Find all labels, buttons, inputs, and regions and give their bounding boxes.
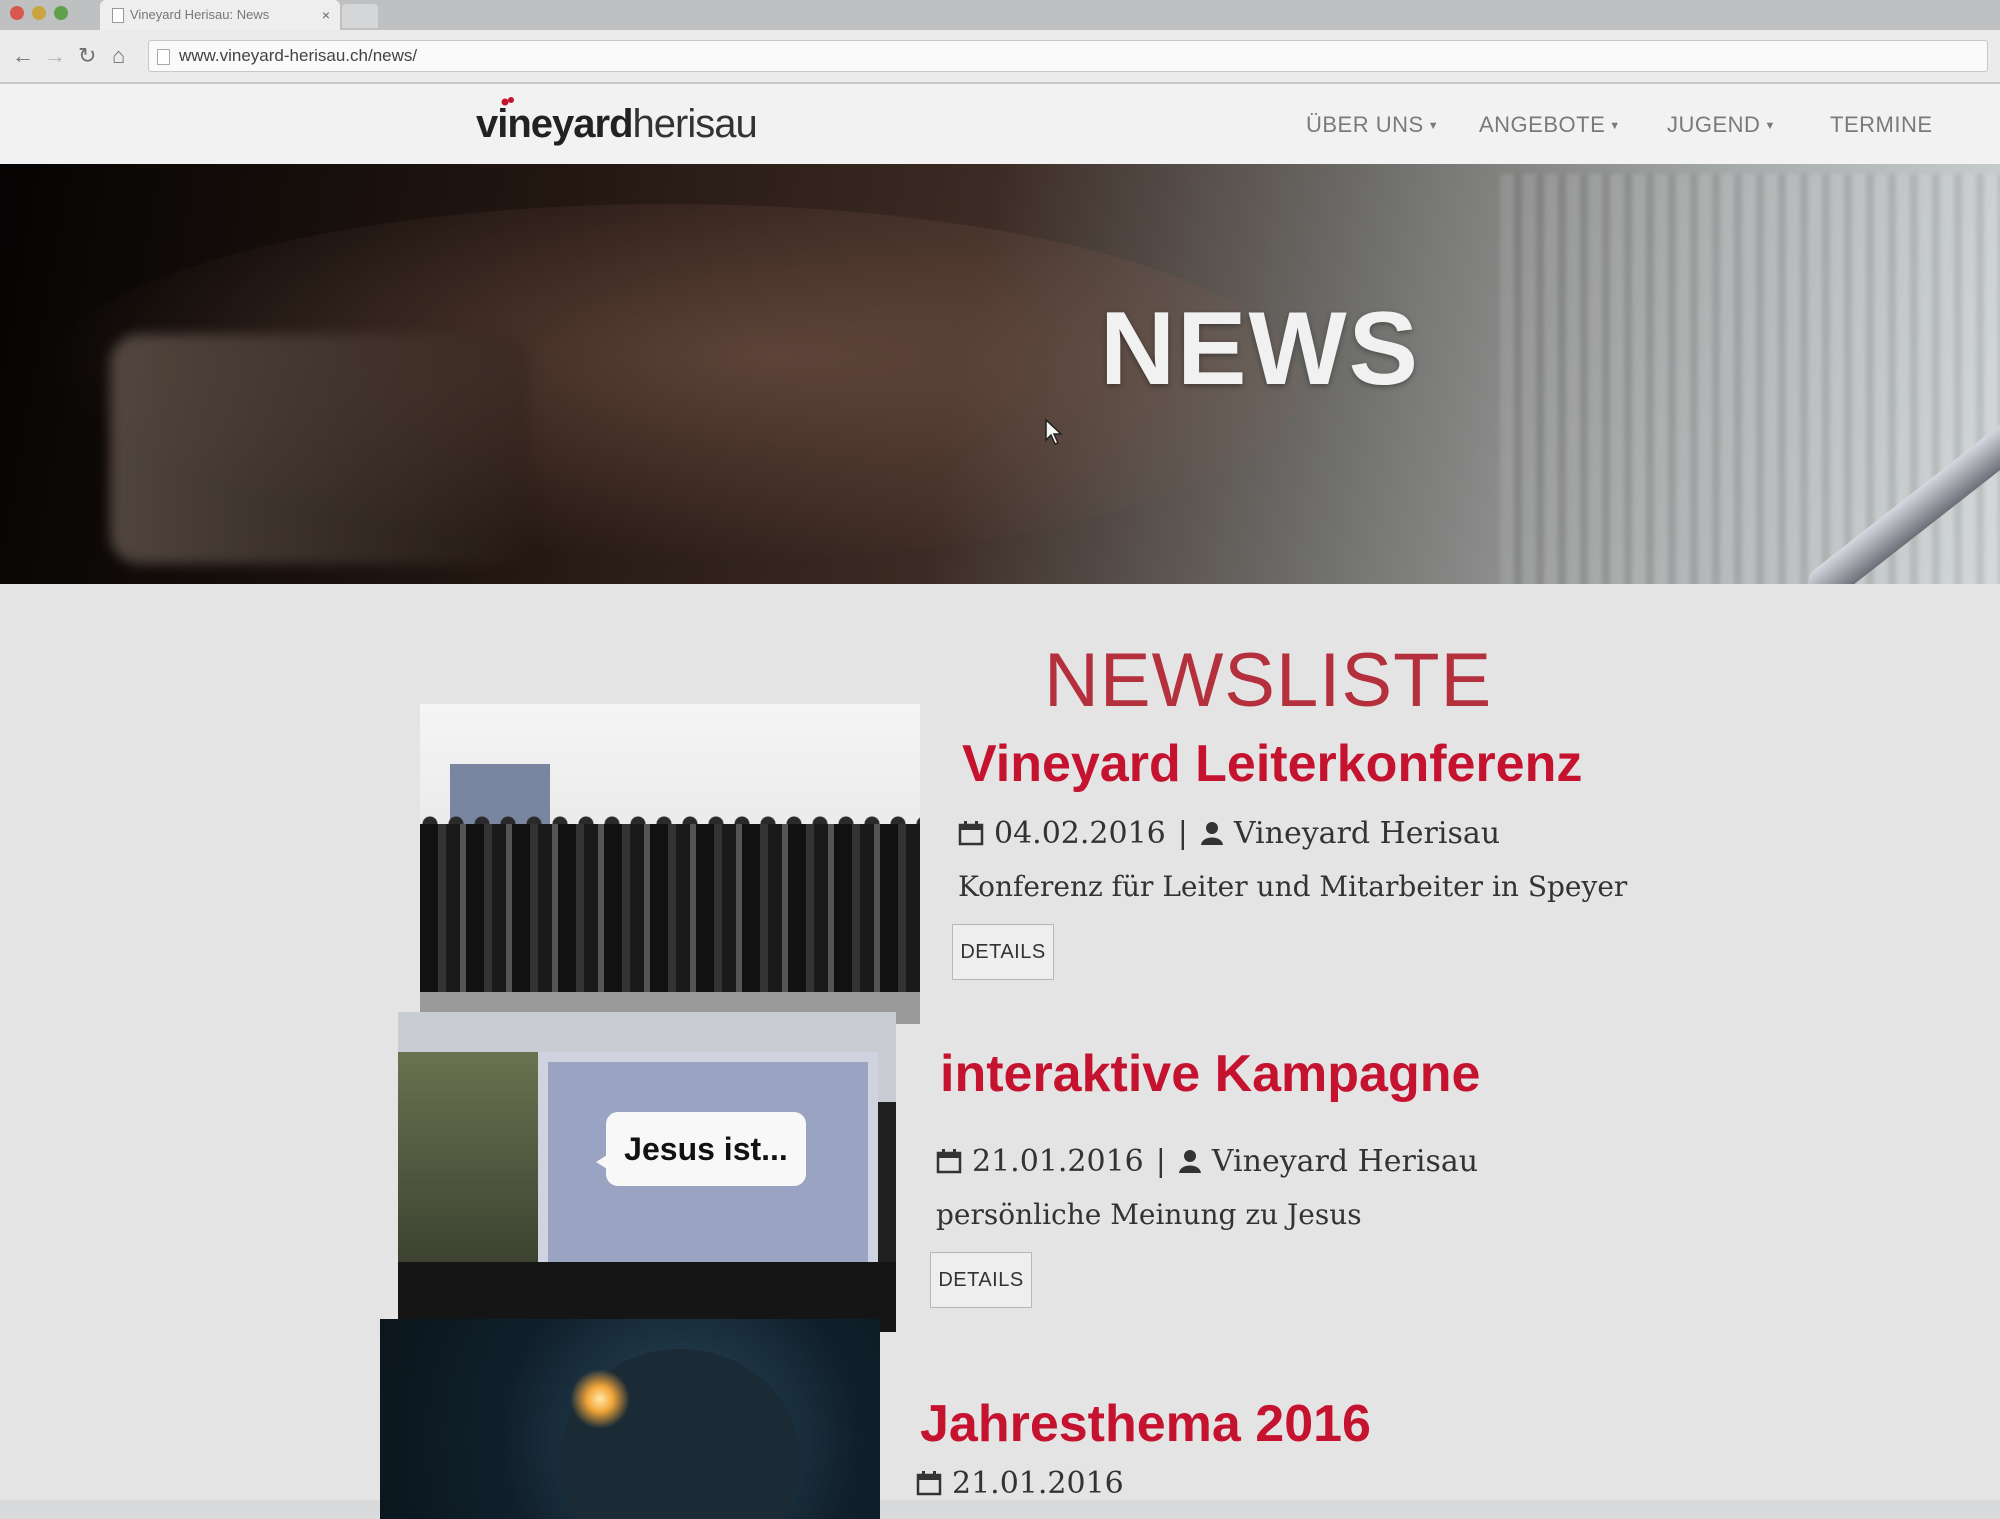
image-detail	[570, 1369, 630, 1429]
nav-item-termine[interactable]: TERMINE	[1830, 112, 1933, 138]
section-title: NEWSLISTE	[1044, 638, 1493, 723]
window-zoom-dot[interactable]	[54, 6, 68, 20]
details-button[interactable]: DETAILS	[952, 924, 1054, 980]
news-title-link[interactable]: interaktive Kampagne	[940, 1044, 1480, 1104]
hero-title: NEWS	[1100, 291, 1420, 407]
news-date: 21.01.2016	[952, 1466, 1124, 1501]
caret-down-icon: ▼	[1764, 120, 1776, 133]
window-close-dot[interactable]	[10, 6, 24, 20]
news-date: 04.02.2016	[994, 816, 1166, 851]
image-detail: Jesus ist...	[538, 1052, 878, 1282]
news-author: Vineyard Herisau	[1233, 816, 1501, 851]
calendar-icon	[936, 1149, 962, 1174]
details-button[interactable]: DETAILS	[930, 1252, 1032, 1308]
address-bar[interactable]: www.vineyard-herisau.ch/news/	[148, 40, 1988, 72]
user-icon	[1178, 1150, 1201, 1173]
caret-down-icon: ▼	[1609, 120, 1621, 133]
nav-label: ANGEBOTE	[1479, 112, 1606, 137]
caret-down-icon: ▼	[1427, 120, 1440, 133]
page-icon	[157, 49, 170, 65]
image-detail	[398, 1052, 538, 1272]
news-description: Konferenz für Leiter und Mitarbeiter in …	[958, 870, 1628, 903]
tab-title: Vineyard Herisau: News	[130, 7, 270, 22]
news-thumbnail-campaign[interactable]: Jesus ist...	[398, 1012, 896, 1332]
speech-bubble: Jesus ist...	[596, 1112, 806, 1186]
site-header: vineyardherisau ÜBER UNS ▼ ANGEBOTE ▼ JUGE…	[0, 84, 2000, 164]
news-meta: 21.01.2016	[916, 1466, 1124, 1501]
reload-icon[interactable]: ↻	[78, 44, 96, 68]
news-title-link[interactable]: Vineyard Leiterkonferenz	[962, 734, 1582, 794]
page-icon	[112, 8, 124, 23]
calendar-icon	[958, 821, 984, 846]
news-author: Vineyard Herisau	[1211, 1144, 1479, 1179]
nav-item-angebote[interactable]: ANGEBOTE ▼	[1479, 112, 1621, 138]
nav-label: JUGEND	[1667, 112, 1761, 137]
logo-text-bold: vineyard	[476, 102, 634, 146]
meta-separator: |	[1177, 816, 1188, 851]
calendar-icon	[916, 1471, 942, 1496]
news-description: persönliche Meinung zu Jesus	[936, 1198, 1362, 1231]
meta-separator: |	[1155, 1144, 1166, 1179]
home-icon[interactable]: ⌂	[112, 44, 125, 68]
user-icon	[1200, 822, 1223, 845]
logo-text-light: herisau	[632, 102, 758, 146]
hero-image-detail	[110, 334, 530, 564]
address-bar-text: www.vineyard-herisau.ch/news/	[179, 46, 418, 65]
news-date: 21.01.2016	[972, 1144, 1144, 1179]
site-logo[interactable]: vineyardherisau	[476, 102, 758, 147]
browser-toolbar: ← → ↻ ⌂ www.vineyard-herisau.ch/news/	[0, 30, 2000, 84]
hero-banner: NEWS	[0, 164, 2000, 584]
forward-arrow-icon[interactable]: →	[44, 44, 66, 68]
nav-label: TERMINE	[1830, 112, 1933, 137]
news-title-link[interactable]: Jahresthema 2016	[920, 1394, 1371, 1454]
window-minimize-dot[interactable]	[32, 6, 46, 20]
image-detail	[420, 824, 920, 994]
tab-close-icon[interactable]: ×	[322, 0, 330, 30]
news-meta: 04.02.2016 | Vineyard Herisau	[958, 816, 1500, 851]
news-meta: 21.01.2016 | Vineyard Herisau	[936, 1144, 1478, 1179]
browser-tab-bar: Vineyard Herisau: News ×	[0, 0, 2000, 30]
news-section: NEWSLISTE Vineyard Leiterkonferenz 04.02…	[0, 584, 2000, 1519]
nav-label: ÜBER UNS	[1306, 112, 1424, 137]
nav-item-ueber-uns[interactable]: ÜBER UNS ▼	[1306, 112, 1439, 138]
mouse-pointer-icon	[1045, 418, 1063, 445]
browser-tab-active[interactable]: Vineyard Herisau: News ×	[100, 0, 340, 30]
news-thumbnail-sparkler[interactable]	[380, 1319, 880, 1519]
new-tab-button[interactable]	[342, 4, 378, 28]
back-arrow-icon[interactable]: ←	[12, 44, 34, 68]
nav-item-jugend[interactable]: JUGEND ▼	[1667, 112, 1776, 138]
news-thumbnail-conference[interactable]	[420, 704, 920, 1024]
